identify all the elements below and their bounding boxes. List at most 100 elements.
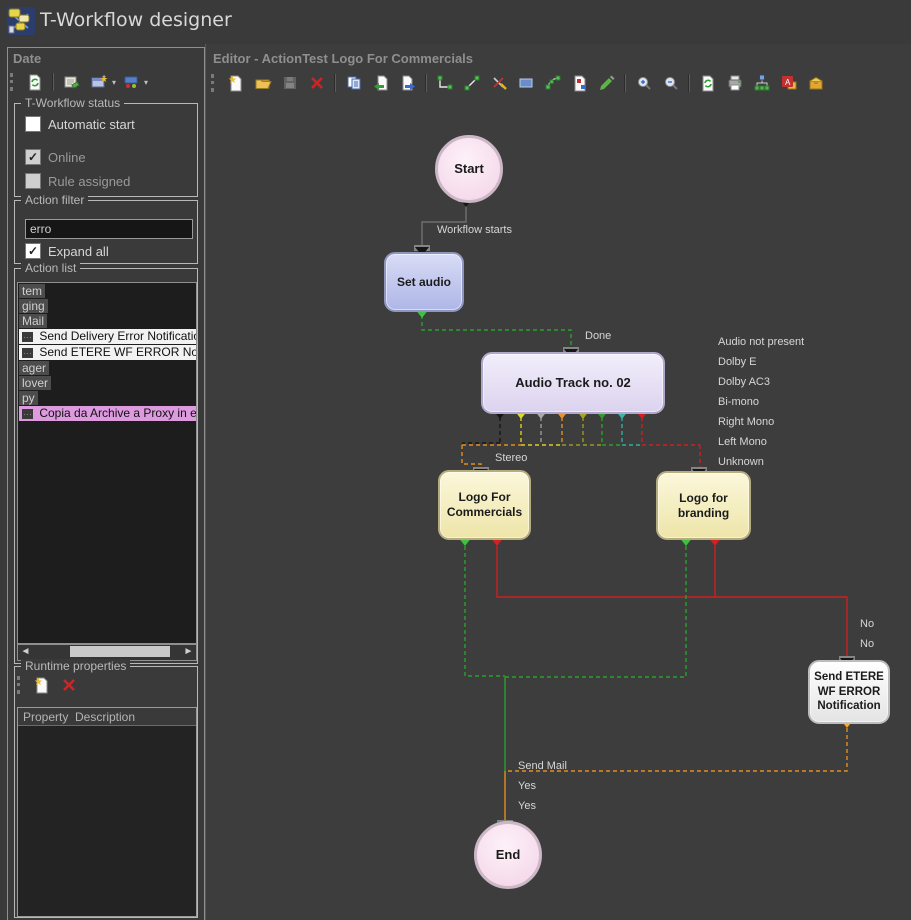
action-filter-title: Action filter (21, 193, 88, 207)
checkbox-label: Expand all (48, 244, 109, 259)
action-list[interactable]: tem ging Mail Send Delivery Error Notifi… (17, 282, 197, 644)
expand-all-row[interactable]: Expand all (25, 243, 109, 259)
elbow-connector-button[interactable] (433, 71, 457, 95)
toolbar-separator (426, 74, 427, 92)
node-audio-track[interactable]: Audio Track no. 02 (481, 352, 665, 414)
action-list-item[interactable]: py (19, 391, 38, 405)
runtime-toolbar: ★ (17, 672, 81, 698)
edge-label-send-mail: Send Mail (518, 760, 567, 772)
svg-text:+: + (102, 74, 106, 81)
action-list-item[interactable]: Send Delivery Error Notification (19, 329, 197, 344)
highlighter-icon (598, 74, 616, 92)
editor-panel: Editor - ActionTest Logo For Commercials… (205, 44, 911, 920)
status-checkbox-row[interactable]: Automatic start (25, 116, 135, 132)
node-logo-for-branding[interactable]: Logo for branding (656, 471, 751, 540)
dropdown-caret-icon[interactable]: ▾ (144, 78, 148, 87)
action-list-item[interactable]: ager (19, 361, 49, 375)
status-checkbox-row[interactable]: Online (25, 149, 86, 165)
open-button[interactable] (251, 71, 275, 95)
svg-text:A: A (785, 78, 791, 87)
polygon-button[interactable] (541, 71, 565, 95)
action-list-item-label: ager (22, 361, 46, 375)
export-button[interactable] (396, 71, 420, 95)
line-connector-button[interactable] (460, 71, 484, 95)
toolbar-grip[interactable] (211, 74, 218, 92)
print-icon (726, 74, 744, 92)
action-list-item-label: Send Delivery Error Notification (39, 329, 197, 343)
checkbox-label: Automatic start (48, 117, 135, 132)
checkbox-label: Rule assigned (48, 174, 130, 189)
status-checkbox-row[interactable]: Rule assigned (25, 173, 130, 189)
runtime-properties-title: Runtime properties (21, 659, 130, 673)
column-header[interactable]: Description (75, 710, 135, 724)
runtime-properties-table[interactable]: PropertyDescription (17, 707, 197, 917)
node-end[interactable]: End (474, 821, 542, 889)
toolbar-separator (689, 74, 690, 92)
save-button[interactable] (278, 71, 302, 95)
zoom-out-button[interactable] (659, 71, 683, 95)
scroll-right-arrow[interactable]: ► (181, 645, 196, 658)
node-start[interactable]: Start (435, 135, 503, 203)
edge-label-no-1: No (860, 618, 874, 630)
scrollbar-thumb[interactable] (70, 646, 170, 657)
action-list-item[interactable]: tem (19, 284, 45, 298)
new-button[interactable]: ★ (224, 71, 248, 95)
scroll-left-arrow[interactable]: ◄ (18, 645, 33, 658)
refresh-button[interactable] (23, 70, 47, 94)
action-list-item[interactable]: Mail (19, 314, 47, 328)
delete-property-button[interactable] (57, 673, 81, 697)
hierarchy-button[interactable] (750, 71, 774, 95)
date-panel: Date ★ (7, 47, 205, 920)
toolbar-grip[interactable] (10, 73, 17, 91)
checkbox[interactable] (25, 173, 41, 189)
action-list-item-label: ging (22, 299, 45, 313)
delete-connector-icon (490, 74, 508, 92)
import-button[interactable] (369, 71, 393, 95)
highlighter-button[interactable] (595, 71, 619, 95)
toolbar-grip[interactable] (17, 676, 24, 694)
properties-button[interactable] (60, 70, 84, 94)
delete-property-icon (60, 676, 78, 694)
zoom-in-button[interactable] (632, 71, 656, 95)
action-list-item[interactable]: Send ETERE WF ERROR Notification (19, 345, 197, 360)
column-header[interactable]: Property (18, 710, 75, 724)
editor-toolbar: ★ A (211, 70, 828, 96)
save-icon (281, 74, 299, 92)
action-list-item[interactable]: lover (19, 376, 51, 390)
delete-connector-button[interactable] (487, 71, 511, 95)
node-send-etere-wf-error-notification[interactable]: Send ETERE WF ERROR Notification (808, 660, 890, 724)
dropdown-caret-icon[interactable]: ▾ (112, 78, 116, 87)
node-set-audio[interactable]: Set audio (384, 252, 464, 312)
action-list-item[interactable]: ging (19, 299, 48, 313)
action-list-title: Action list (21, 261, 80, 275)
view-options-button[interactable] (119, 70, 143, 94)
node-logo-for-commercials[interactable]: Logo For Commercials (438, 470, 531, 540)
action-list-item-label: tem (22, 284, 42, 298)
action-filter-input[interactable] (25, 219, 193, 239)
refresh-button[interactable] (696, 71, 720, 95)
delete-button[interactable] (305, 71, 329, 95)
polygon-icon (544, 74, 562, 92)
connector-points-button[interactable] (568, 71, 592, 95)
rectangle-button[interactable] (514, 71, 538, 95)
edge-label-no-2: No (860, 638, 874, 650)
title-bar: T-Workflow designer (0, 0, 911, 44)
checkbox[interactable] (25, 149, 41, 165)
svg-text:★: ★ (228, 75, 237, 86)
export-pdf-button[interactable]: A (777, 71, 801, 95)
properties-icon (63, 73, 81, 91)
action-list-item-label: Copia da Archive a Proxy in errore (39, 406, 197, 420)
checkbox[interactable] (25, 243, 41, 259)
copy-button[interactable] (342, 71, 366, 95)
action-list-item[interactable]: Copia da Archive a Proxy in errore (19, 406, 197, 421)
view-options-icon (122, 73, 140, 91)
action-list-item-label: py (22, 391, 35, 405)
edge-label-workflow-starts: Workflow starts (437, 224, 512, 236)
checkbox[interactable] (25, 116, 41, 132)
zoom-in-icon (635, 74, 653, 92)
export-package-button[interactable] (804, 71, 828, 95)
add-property-button[interactable]: ★ (30, 673, 54, 697)
rectangle-icon (517, 74, 535, 92)
print-button[interactable] (723, 71, 747, 95)
new-item-button[interactable]: ★ + (87, 70, 111, 94)
